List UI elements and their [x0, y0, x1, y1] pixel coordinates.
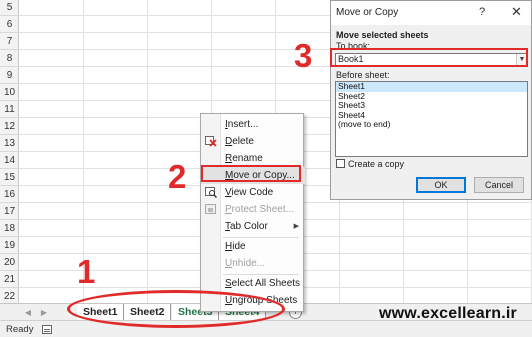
- row-number[interactable]: 15: [0, 169, 19, 186]
- row-number[interactable]: 18: [0, 220, 19, 237]
- before-sheet-listbox[interactable]: Sheet1 Sheet2 Sheet3 Sheet4 (move to end…: [335, 81, 528, 157]
- menu-item-hide[interactable]: Hide: [201, 238, 305, 255]
- menu-item-unhide[interactable]: Unhide...: [201, 255, 305, 272]
- menu-item-label: Select All Sheets: [225, 278, 301, 289]
- macro-record-icon[interactable]: [42, 325, 52, 334]
- move-selected-sheets-label: Move selected sheets: [336, 30, 429, 40]
- annotation-number-2: 2: [168, 158, 187, 195]
- row-number[interactable]: 8: [0, 50, 19, 67]
- excel-window: 56789101112131415161718192021222324 ◀ ▶ …: [0, 0, 532, 337]
- create-copy-label: Create a copy: [348, 159, 405, 169]
- annotation-number-3: 3: [294, 37, 313, 74]
- scroll-left-icon[interactable]: ◀: [22, 307, 34, 318]
- row-number[interactable]: 11: [0, 101, 19, 118]
- scroll-right-icon[interactable]: ▶: [38, 307, 50, 318]
- row-number[interactable]: 14: [0, 152, 19, 169]
- menu-item-protect-sheet[interactable]: Protect Sheet...: [201, 201, 305, 218]
- cancel-button[interactable]: Cancel: [474, 177, 524, 193]
- row-number[interactable]: 19: [0, 237, 19, 254]
- help-icon[interactable]: ?: [479, 6, 485, 18]
- delete-sheet-icon: [205, 136, 217, 147]
- row-number[interactable]: 20: [0, 254, 19, 271]
- annotation-oval-tabs: [67, 290, 285, 328]
- menu-item-insert[interactable]: Insert...: [201, 116, 305, 133]
- menu-item-label: View Code: [225, 187, 274, 198]
- row-number[interactable]: 21: [0, 271, 19, 288]
- row-number[interactable]: 7: [0, 33, 19, 50]
- annotation-box-move-copy: [201, 165, 301, 182]
- close-icon[interactable]: ✕: [511, 4, 522, 20]
- sheet-context-menu: Insert... Delete Rename Move or Copy... …: [200, 113, 305, 312]
- row-number[interactable]: 17: [0, 203, 19, 220]
- row-number[interactable]: 12: [0, 118, 19, 135]
- ok-button[interactable]: OK: [416, 177, 466, 193]
- menu-item-label: Unhide...: [225, 258, 266, 269]
- dialog-title: Move or Copy: [336, 7, 399, 18]
- website-watermark: www.excellearn.ir: [379, 305, 517, 322]
- menu-item-label: Delete: [225, 136, 254, 147]
- dialog-titlebar[interactable]: Move or Copy ? ✕: [331, 1, 531, 25]
- submenu-arrow-icon: ▶: [293, 223, 299, 230]
- menu-item-label: Protect Sheet...: [225, 204, 294, 215]
- row-number[interactable]: 16: [0, 186, 19, 203]
- menu-item-delete[interactable]: Delete: [201, 133, 305, 150]
- menu-item-label: Insert...: [225, 119, 259, 130]
- row-number[interactable]: 13: [0, 135, 19, 152]
- row-number[interactable]: 10: [0, 84, 19, 101]
- row-number[interactable]: 9: [0, 67, 19, 84]
- menu-item-view-code[interactable]: View Code: [201, 184, 305, 201]
- menu-item-select-all-sheets[interactable]: Select All Sheets: [201, 275, 305, 292]
- row-number[interactable]: 6: [0, 16, 19, 33]
- view-code-icon: [205, 187, 217, 198]
- annotation-number-1: 1: [77, 253, 96, 290]
- move-or-copy-dialog: Move or Copy ? ✕ Move selected sheets To…: [330, 0, 532, 200]
- menu-item-label: Tab Color: [225, 221, 268, 232]
- row-number[interactable]: 5: [0, 0, 19, 16]
- list-item[interactable]: (move to end): [336, 119, 527, 130]
- menu-item-label: Rename: [225, 153, 263, 164]
- protect-sheet-icon: [205, 204, 217, 215]
- menu-item-label: Hide: [225, 241, 246, 252]
- before-sheet-label: Before sheet:: [336, 70, 390, 80]
- row-header-column: 56789101112131415161718192021222324: [0, 0, 19, 336]
- grid-column-line: [147, 0, 148, 303]
- menu-item-tab-color[interactable]: Tab Color ▶: [201, 218, 305, 235]
- annotation-box-to-book: [330, 48, 528, 67]
- create-copy-checkbox[interactable]: [336, 159, 345, 168]
- status-text: Ready: [6, 324, 34, 335]
